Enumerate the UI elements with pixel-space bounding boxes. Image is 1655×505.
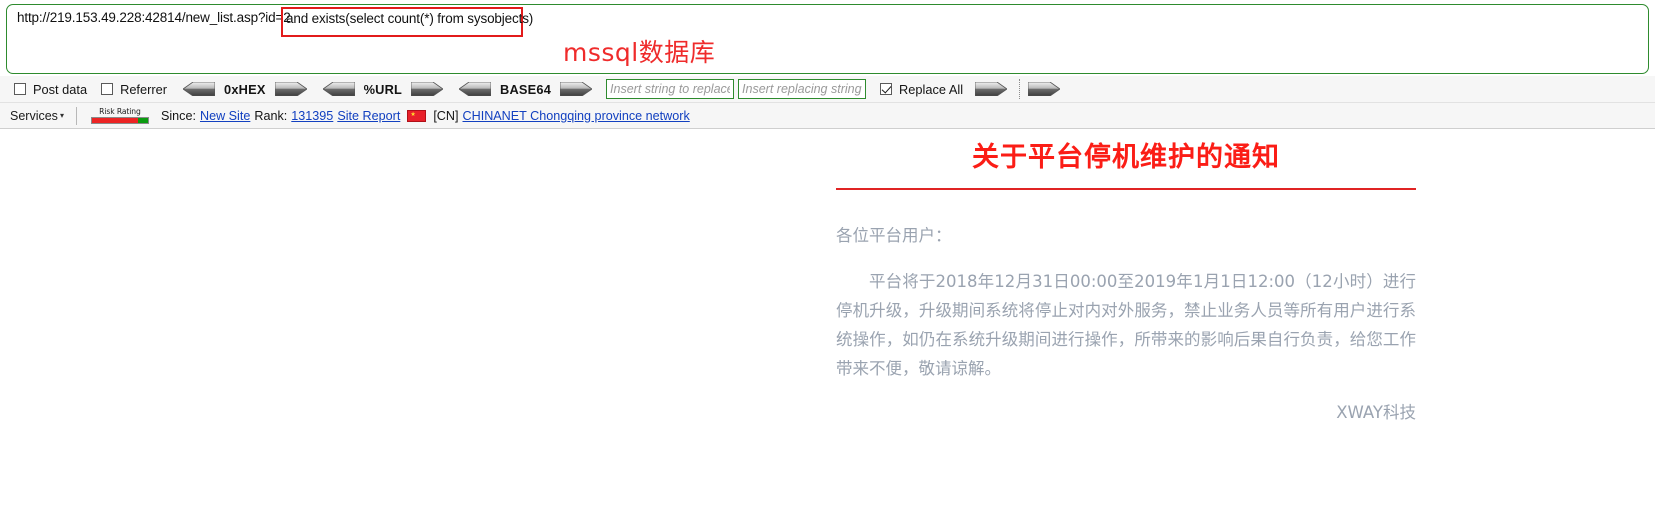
base64-encode-group: BASE64 [459,81,593,97]
sql-payload-text: and exists(select count(*) from sysobjec… [286,11,534,26]
base64-decode-left-arrow-icon[interactable] [459,82,492,96]
risk-rating-caption: Risk Rating [99,106,141,116]
site-report-link[interactable]: Site Report [337,109,400,123]
china-flag-icon: ★ [407,109,427,122]
maintenance-notice: 关于平台停机维护的通知 各位平台用户： 平台将于2018年12月31日00:00… [836,138,1416,423]
risk-bar-red-segment [91,117,139,123]
notice-title: 关于平台停机维护的通知 [972,142,1280,173]
new-site-link[interactable]: New Site [200,109,250,123]
url-encode-label: %URL [363,81,403,97]
referrer-checkbox-box[interactable] [101,83,114,95]
hex-decode-left-arrow-icon[interactable] [183,82,216,96]
notice-signature: XWAY科技 [1336,403,1416,422]
since-label: Since: [160,108,196,123]
url-encode-group: %URL [322,81,444,97]
chevron-down-icon[interactable]: ▾ [60,111,64,120]
country-code-label: [CN] [433,108,459,123]
replace-all-label: Replace All [899,81,964,97]
send-request-arrow-icon[interactable] [1028,82,1061,96]
mssql-annotation-label: mssql数据库 [563,38,716,67]
risk-rating-bar [90,116,149,124]
encoding-toolbar: Post data Referrer 0xHEX %URL BASE64 Ins… [0,76,1655,103]
rank-value-link[interactable]: 131395 [291,109,333,123]
referrer-label: Referrer [120,81,168,97]
network-owner-link[interactable]: CHINANET Chongqing province network [463,109,690,123]
notice-salutation: 各位平台用户： [836,226,952,245]
url-base-text: http://219.153.49.228:42814/new_list.asp… [17,10,291,25]
request-url-panel[interactable]: http://219.153.49.228:42814/new_list.asp… [6,4,1649,74]
risk-rating-widget: Risk Rating [89,106,151,124]
base64-label: BASE64 [500,81,552,97]
post-data-checkbox[interactable]: Post data [14,82,87,97]
hex-encode-group: 0xHEX [183,82,307,97]
url-decode-left-arrow-icon[interactable] [322,82,355,96]
replace-all-checkbox-box[interactable] [880,83,893,95]
apply-replace-arrow-icon[interactable] [975,82,1008,96]
base64-encode-right-arrow-icon[interactable] [560,82,593,96]
toolbar-dotted-separator [1019,79,1021,99]
services-menu-label[interactable]: Services [10,109,58,123]
replace-search-input[interactable] [606,79,735,99]
post-data-label: Post data [33,81,88,97]
notice-body: 各位平台用户： 平台将于2018年12月31日00:00至2019年1月1日12… [836,221,1416,383]
notice-title-divider [836,188,1416,190]
replace-with-input[interactable] [738,79,867,99]
replace-all-checkbox[interactable]: Replace All [880,82,963,97]
post-data-checkbox-box[interactable] [14,83,26,95]
hex-encode-right-arrow-icon[interactable] [274,82,307,96]
hex-label: 0xHEX [224,81,266,97]
rank-label: Rank: [254,108,288,123]
services-separator [75,106,77,125]
services-status-bar: Services ▾ Risk Rating Since: New Site R… [0,103,1655,129]
risk-bar-green-segment [138,117,148,123]
referrer-checkbox[interactable]: Referrer [101,82,167,97]
notice-paragraph: 平台将于2018年12月31日00:00至2019年1月1日12:00（12小时… [836,272,1416,378]
url-encode-right-arrow-icon[interactable] [411,82,444,96]
flag-star-icon: ★ [410,111,416,118]
